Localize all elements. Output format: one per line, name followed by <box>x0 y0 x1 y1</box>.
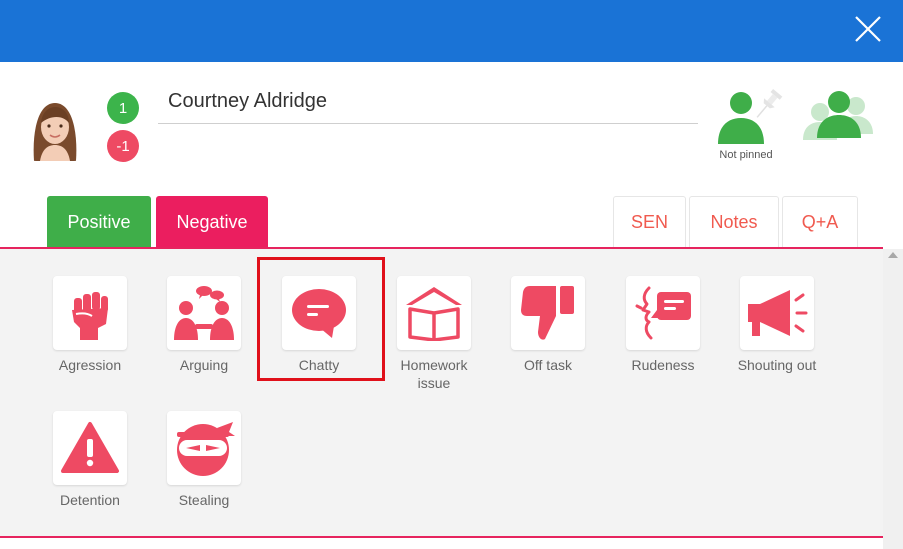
behaviour-arguing[interactable]: Arguing <box>156 276 252 374</box>
tab-sen[interactable]: SEN <box>613 196 686 248</box>
behaviour-label: Detention <box>60 492 120 508</box>
negative-score-badge: -1 <box>107 130 139 162</box>
behaviour-label: Chatty <box>298 357 340 373</box>
behaviour-stealing[interactable]: Stealing <box>156 411 252 509</box>
behaviour-tile[interactable] <box>53 276 127 350</box>
behaviour-tile[interactable] <box>167 276 241 350</box>
pin-status-label: Not pinned <box>719 149 773 161</box>
megaphone-icon <box>748 290 808 336</box>
behaviour-tile[interactable] <box>740 276 814 350</box>
pin-icon <box>718 88 783 144</box>
behaviour-label: Rudeness <box>631 357 695 373</box>
behaviour-rudeness[interactable]: Rudeness <box>615 276 711 374</box>
avatar <box>28 97 82 161</box>
tab-positive[interactable]: Positive <box>47 196 151 248</box>
behaviour-label: Shouting out <box>737 357 817 373</box>
behaviour-shouting-out[interactable]: Shouting out <box>729 276 825 374</box>
behaviour-tile[interactable] <box>511 276 585 350</box>
speech-bubble-icon <box>292 289 346 338</box>
scroll-up-icon[interactable] <box>888 252 898 258</box>
tab-negative[interactable]: Negative <box>156 196 268 248</box>
close-icon[interactable] <box>851 12 885 46</box>
behaviour-tile[interactable] <box>397 276 471 350</box>
behaviour-tile[interactable] <box>282 276 356 350</box>
tab-notes[interactable]: Notes <box>689 196 779 248</box>
behaviour-label: Arguing <box>179 357 229 373</box>
raised-fist-icon <box>72 292 108 340</box>
behaviour-tile[interactable] <box>53 411 127 485</box>
behaviour-label: Homework issue <box>400 357 468 391</box>
positive-score-badge: 1 <box>107 92 139 124</box>
bottom-divider <box>0 536 883 538</box>
header-bar <box>0 0 903 62</box>
behaviour-tile[interactable] <box>167 411 241 485</box>
behaviour-chatty[interactable]: Chatty <box>271 276 367 374</box>
behaviour-label: Stealing <box>178 492 230 508</box>
behaviour-label: Agression <box>58 357 122 373</box>
behaviour-tile[interactable] <box>626 276 700 350</box>
people-arguing-icon <box>174 286 234 340</box>
tab-qa[interactable]: Q+A <box>782 196 858 248</box>
behaviour-label: Off task <box>524 357 572 373</box>
behaviour-off-task[interactable]: Off task <box>500 276 596 374</box>
behaviour-detention[interactable]: Detention <box>42 411 138 509</box>
thumbs-down-icon <box>521 286 574 340</box>
behaviour-homework-issue[interactable]: Homework issue <box>386 276 482 392</box>
group-icon[interactable] <box>800 88 876 144</box>
scrollbar[interactable] <box>883 249 903 549</box>
behaviour-agression[interactable]: Agression <box>42 276 138 374</box>
open-book-icon <box>406 287 462 341</box>
ninja-icon <box>177 422 235 476</box>
pin-student-button[interactable]: Not pinned <box>708 88 784 164</box>
warning-icon <box>61 422 119 473</box>
face-speech-icon <box>635 286 691 340</box>
student-name: Courtney Aldridge <box>158 88 698 124</box>
